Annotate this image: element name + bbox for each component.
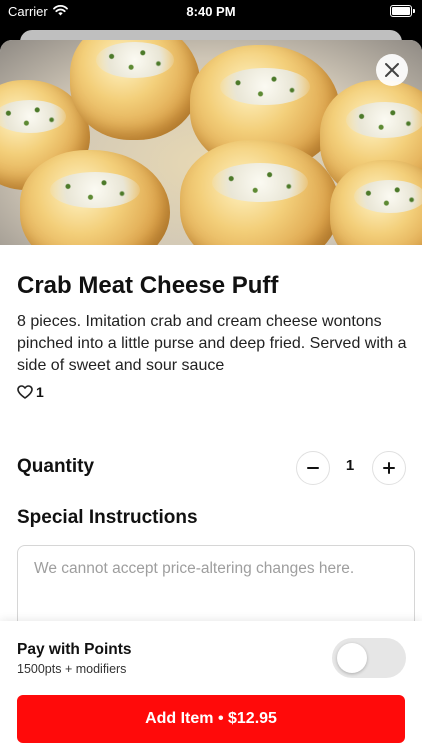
like-button[interactable]: 1: [17, 384, 44, 400]
pay-with-points-toggle[interactable]: [332, 638, 406, 678]
heart-icon: [17, 385, 33, 399]
toggle-knob: [337, 643, 367, 673]
special-instructions-label: Special Instructions: [17, 507, 198, 528]
points-cost-label: 1500pts + modifiers: [17, 662, 127, 676]
pay-with-points-label: Pay with Points: [17, 641, 132, 658]
status-time: 8:40 PM: [186, 4, 236, 19]
close-button[interactable]: [376, 54, 408, 86]
item-title: Crab Meat Cheese Puff: [17, 272, 279, 299]
decrease-quantity-button[interactable]: [296, 451, 330, 485]
item-description: 8 pieces. Imitation crab and cream chees…: [17, 313, 407, 374]
puff-shape: [70, 40, 200, 140]
close-icon: [385, 63, 399, 77]
status-bar: Carrier 8:40 PM: [0, 0, 422, 24]
add-item-button[interactable]: Add Item • $12.95: [17, 695, 405, 743]
item-photo: [0, 40, 422, 245]
quantity-label: Quantity: [17, 456, 95, 477]
battery-icon: [390, 5, 415, 17]
increase-quantity-button[interactable]: [372, 451, 406, 485]
quantity-value: 1: [345, 457, 355, 474]
puff-shape: [20, 150, 170, 245]
like-count: 1: [36, 384, 44, 400]
plus-icon: [383, 462, 395, 474]
minus-icon: [307, 467, 319, 469]
puff-shape: [180, 140, 340, 245]
order-footer: Pay with Points 1500pts + modifiers Add …: [0, 621, 422, 750]
